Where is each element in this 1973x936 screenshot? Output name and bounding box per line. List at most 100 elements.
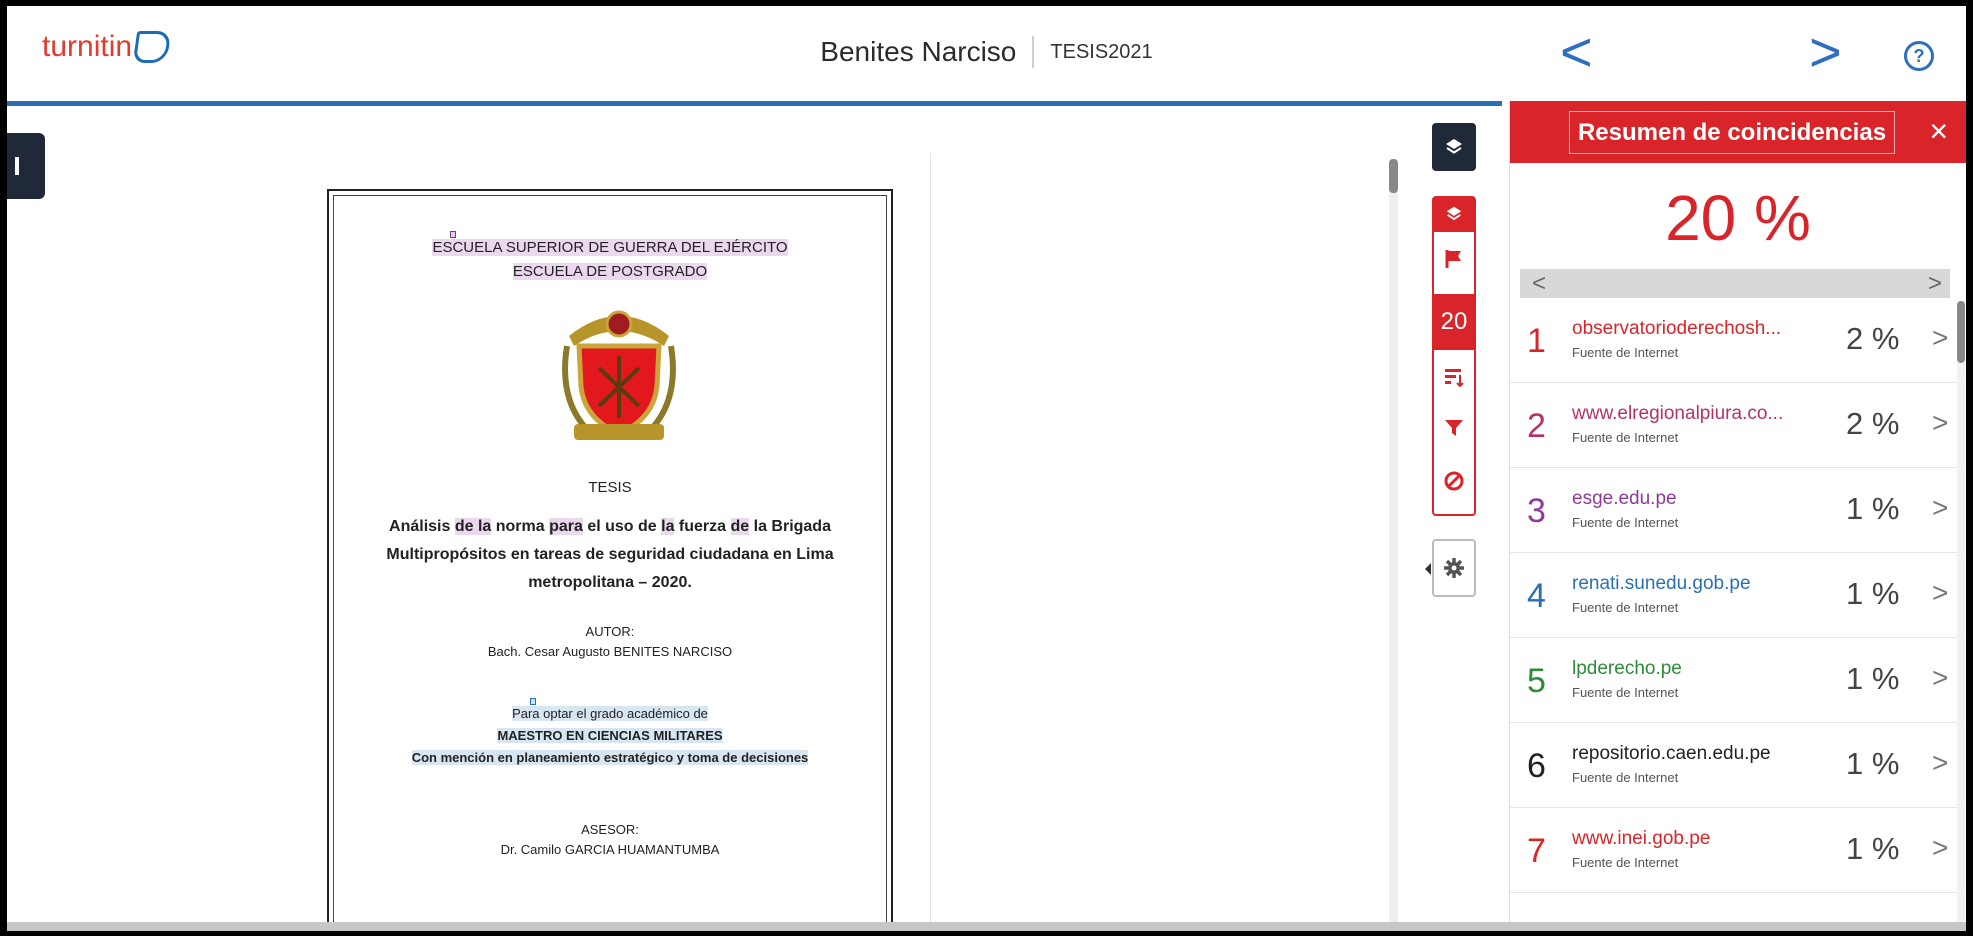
source-number: 2 bbox=[1527, 407, 1546, 445]
side-panel-toggle[interactable] bbox=[7, 133, 45, 199]
chevron-right-icon[interactable]: > bbox=[1932, 322, 1948, 354]
source-name[interactable]: esge.edu.pe bbox=[1572, 488, 1802, 510]
school-line: ESCUELA SUPERIOR DE GUERRA DEL EJÉRCITO bbox=[334, 239, 886, 256]
flag-icon bbox=[1445, 250, 1461, 268]
source-type: Fuente de Internet bbox=[1572, 430, 1679, 445]
turnitin-viewer: turnitin Benites Narciso TESIS2021 < > ?… bbox=[7, 6, 1966, 931]
page-divider bbox=[930, 153, 931, 931]
chevron-right-icon[interactable]: > bbox=[1932, 577, 1948, 609]
settings-button[interactable] bbox=[1432, 539, 1476, 597]
tooltip-pointer bbox=[1425, 563, 1431, 575]
tesis-label: TESIS bbox=[588, 479, 632, 496]
source-name[interactable]: www.inei.gob.pe bbox=[1572, 828, 1802, 850]
degree-intro[interactable]: Para optar el grado académico de bbox=[512, 706, 708, 721]
source-percentage: 1 % bbox=[1846, 746, 1900, 781]
match-score-button[interactable]: 20 bbox=[1434, 294, 1474, 350]
source-list: 1 observatorioderechosh... Fuente de Inter… bbox=[1510, 298, 1966, 893]
source-percentage: 1 % bbox=[1846, 661, 1900, 696]
layers-icon bbox=[1446, 139, 1462, 154]
title-line-2: Multipropósitos en tareas de seguridad c… bbox=[386, 546, 834, 563]
mention-line: Con mención en planeamiento estratégico … bbox=[334, 750, 886, 765]
source-number: 7 bbox=[1527, 832, 1546, 870]
source-name[interactable]: observatorioderechosh... bbox=[1572, 318, 1802, 340]
source-percentage: 2 % bbox=[1846, 406, 1900, 441]
source-type: Fuente de Internet bbox=[1572, 685, 1679, 700]
match-highlight[interactable]: la bbox=[661, 518, 675, 535]
help-icon[interactable]: ? bbox=[1904, 41, 1934, 71]
title-line-3: metropolitana – 2020. bbox=[528, 574, 692, 591]
header: turnitin Benites Narciso TESIS2021 < > ? bbox=[7, 6, 1966, 101]
match-marker-icon[interactable] bbox=[450, 231, 456, 238]
source-type: Fuente de Internet bbox=[1572, 345, 1679, 360]
filter-button[interactable] bbox=[1434, 404, 1474, 456]
sort-button[interactable] bbox=[1434, 352, 1474, 404]
filter-icon bbox=[1445, 420, 1463, 436]
title-text: la Brigada bbox=[749, 518, 831, 535]
next-paper-button[interactable]: > bbox=[1809, 24, 1842, 80]
previous-paper-button[interactable]: < bbox=[1560, 24, 1593, 80]
title-text: Análisis bbox=[389, 518, 455, 535]
pager-next-button[interactable]: > bbox=[1928, 269, 1942, 298]
page-border: ESCUELA SUPERIOR DE GUERRA DEL EJÉRCITO … bbox=[333, 195, 887, 931]
title-bar: Benites Narciso TESIS2021 bbox=[7, 36, 1966, 68]
source-number: 5 bbox=[1527, 662, 1546, 700]
panel-header: Resumen de coincidencias × bbox=[1510, 101, 1966, 163]
exclude-button[interactable] bbox=[1434, 456, 1474, 508]
chevron-right-icon[interactable]: > bbox=[1932, 747, 1948, 779]
source-list-item[interactable]: 3 esge.edu.pe Fuente de Internet 1 % > bbox=[1510, 468, 1966, 553]
source-list-item[interactable]: 2 www.elregionalpiura.co... Fuente de Inte… bbox=[1510, 383, 1966, 468]
pager-prev-button[interactable]: < bbox=[1532, 269, 1546, 298]
postgrad-line: ESCUELA DE POSTGRADO bbox=[334, 263, 886, 280]
layers-button[interactable] bbox=[1432, 123, 1476, 171]
source-name[interactable]: www.elregionalpiura.co... bbox=[1572, 403, 1802, 425]
panel-scrollbar-thumb[interactable] bbox=[1957, 301, 1965, 363]
chevron-right-icon[interactable]: > bbox=[1932, 662, 1948, 694]
match-highlight[interactable]: para bbox=[549, 518, 583, 535]
panel-scrollbar[interactable] bbox=[1957, 301, 1965, 931]
match-overview-panel: Resumen de coincidencias × 20 % < > 1 obs… bbox=[1509, 101, 1966, 931]
close-icon[interactable]: × bbox=[1929, 115, 1948, 147]
exclude-icon bbox=[1444, 471, 1464, 491]
match-tools: 20 bbox=[1432, 196, 1476, 516]
source-list-item[interactable]: 6 repositorio.caen.edu.pe Fuente de Intern… bbox=[1510, 723, 1966, 808]
mention-text[interactable]: Con mención en planeamiento estratégico … bbox=[411, 750, 809, 765]
source-percentage: 1 % bbox=[1846, 491, 1900, 526]
source-list-item[interactable]: 7 www.inei.gob.pe Fuente de Internet 1 % > bbox=[1510, 808, 1966, 893]
source-list-item[interactable]: 5 lpderecho.pe Fuente de Internet 1 % > bbox=[1510, 638, 1966, 723]
match-highlight[interactable]: de la bbox=[454, 518, 492, 535]
flag-button[interactable] bbox=[1434, 234, 1474, 286]
title-line-1: Análisis de la norma para el uso de la f… bbox=[334, 518, 886, 536]
chevron-right-icon[interactable]: > bbox=[1932, 832, 1948, 864]
author-label: AUTOR: bbox=[585, 624, 635, 639]
source-list-item[interactable]: 4 renati.sunedu.gob.pe Fuente de Internet 1… bbox=[1510, 553, 1966, 638]
source-pager: < > bbox=[1520, 269, 1950, 298]
document-page: ESCUELA SUPERIOR DE GUERRA DEL EJÉRCITO … bbox=[327, 189, 893, 931]
source-name[interactable]: lpderecho.pe bbox=[1572, 658, 1802, 680]
degree-name[interactable]: MAESTRO EN CIENCIAS MILITARES bbox=[497, 728, 723, 743]
handle-icon bbox=[15, 157, 19, 175]
source-number: 3 bbox=[1527, 492, 1546, 530]
army-crest-icon bbox=[562, 310, 676, 440]
source-list-item[interactable]: 1 observatorioderechosh... Fuente de Inter… bbox=[1510, 298, 1966, 383]
document-subtitle: TESIS2021 bbox=[1050, 40, 1153, 63]
advisor-name: Dr. Camilo GARCIA HUAMANTUMBA bbox=[500, 842, 720, 857]
source-name[interactable]: renati.sunedu.gob.pe bbox=[1572, 573, 1802, 595]
degree-line: MAESTRO EN CIENCIAS MILITARES bbox=[334, 728, 886, 743]
sort-icon bbox=[1445, 369, 1464, 388]
source-name[interactable]: repositorio.caen.edu.pe bbox=[1572, 743, 1802, 765]
match-highlight[interactable]: de bbox=[730, 518, 750, 535]
postgrad-name: ESCUELA DE POSTGRADO bbox=[512, 263, 708, 280]
source-percentage: 2 % bbox=[1846, 321, 1900, 356]
degree-intro-line: Para optar el grado académico de bbox=[334, 706, 886, 721]
match-overview-button[interactable] bbox=[1434, 198, 1474, 232]
horizontal-scrollbar[interactable] bbox=[7, 922, 1966, 931]
source-number: 4 bbox=[1527, 577, 1546, 615]
document-scrollbar-thumb[interactable] bbox=[1389, 159, 1398, 193]
chevron-right-icon[interactable]: > bbox=[1932, 407, 1948, 439]
title-text: fuerza bbox=[674, 518, 731, 535]
chevron-right-icon[interactable]: > bbox=[1932, 492, 1948, 524]
school-name: ESCUELA SUPERIOR DE GUERRA DEL EJÉRCITO bbox=[432, 239, 788, 256]
match-marker-icon[interactable] bbox=[530, 698, 536, 705]
document-scrollbar[interactable] bbox=[1389, 159, 1398, 929]
source-type: Fuente de Internet bbox=[1572, 600, 1679, 615]
